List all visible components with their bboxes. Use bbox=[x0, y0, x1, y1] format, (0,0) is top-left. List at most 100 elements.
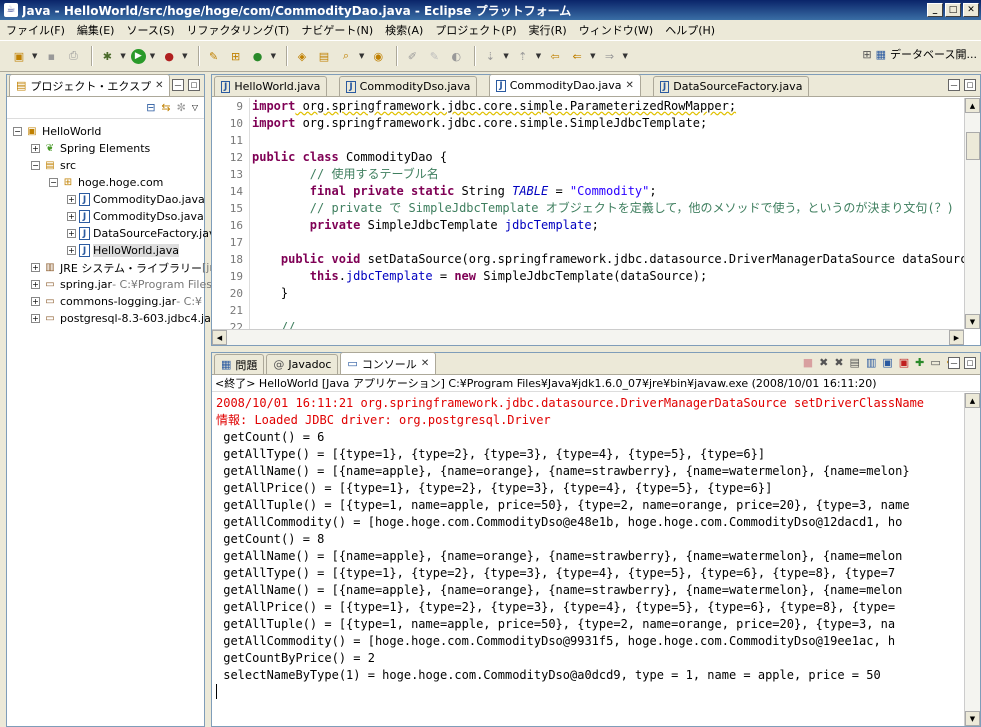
tree-item[interactable]: + ▭ postgresql-8.3-603.jdbc4.jar bbox=[13, 310, 215, 327]
open-folder-icon[interactable]: ▤ bbox=[315, 47, 333, 65]
database-perspective-button[interactable]: データベース開... bbox=[890, 46, 977, 62]
menu-source[interactable]: ソース(S) bbox=[126, 22, 174, 38]
editor-tab[interactable]: J CommodityDso.java bbox=[339, 76, 478, 96]
scroll-up-icon[interactable]: ▲ bbox=[965, 393, 980, 408]
console-tab[interactable]: ▭ コンソール ✕ bbox=[340, 352, 437, 374]
maximize-view-button[interactable]: □ bbox=[188, 79, 200, 91]
debug-dropdown-icon[interactable]: ▼ bbox=[120, 52, 125, 60]
debug-icon[interactable]: ✱ bbox=[98, 47, 116, 65]
toggle-mark-icon[interactable]: ✐ bbox=[403, 47, 421, 65]
expand-icon[interactable]: + bbox=[31, 280, 40, 289]
close-button[interactable]: ✕ bbox=[963, 3, 979, 17]
tree-item[interactable]: − ▣ HelloWorld bbox=[13, 123, 204, 140]
tree-item[interactable]: + J HelloWorld.java bbox=[13, 242, 204, 259]
menu-run[interactable]: 実行(R) bbox=[529, 22, 567, 38]
tree-item[interactable]: +▥JRE システム・ライブラリー[jre1.6.0_07] bbox=[13, 259, 272, 276]
print-icon[interactable]: ⎙ bbox=[64, 47, 82, 65]
scroll-left-icon[interactable]: ◀ bbox=[212, 330, 227, 345]
clear-console-icon[interactable]: ▤ bbox=[850, 356, 860, 369]
tree-item[interactable]: − ▤ src bbox=[13, 157, 204, 174]
forward-icon[interactable]: ⇒ bbox=[601, 47, 619, 65]
new-dropdown-icon[interactable]: ▼ bbox=[32, 52, 37, 60]
close-icon[interactable]: ✕ bbox=[155, 80, 163, 91]
prev-annotation-icon[interactable]: ⇡ bbox=[514, 47, 532, 65]
search-icon[interactable]: ⌕ bbox=[337, 47, 355, 65]
pin-console-icon[interactable]: ✚ bbox=[915, 356, 924, 369]
tree-item[interactable]: − ⊞ hoge.hoge.com bbox=[13, 174, 204, 191]
maximize-editor-button[interactable]: □ bbox=[964, 79, 976, 91]
console-tab[interactable]: @ Javadoc bbox=[266, 354, 339, 374]
close-icon[interactable]: ✕ bbox=[421, 358, 429, 369]
open-type-icon[interactable]: ◈ bbox=[293, 47, 311, 65]
code-editor[interactable]: 9 10 11 12 13 14 15 16 17 18 19 20 21 22 import org.s… bbox=[212, 98, 964, 329]
maximize-button[interactable]: □ bbox=[945, 3, 961, 17]
scroll-up-icon[interactable]: ▲ bbox=[965, 98, 980, 113]
minimize-console-button[interactable]: — bbox=[948, 357, 960, 369]
new-java-project-icon[interactable]: ✎ bbox=[205, 47, 223, 65]
show-whitespace-icon[interactable]: ◐ bbox=[447, 47, 465, 65]
expand-icon[interactable]: + bbox=[31, 297, 40, 306]
new-class-icon[interactable]: ● bbox=[249, 47, 267, 65]
collapse-icon[interactable]: − bbox=[13, 127, 22, 136]
editor-tab[interactable]: J DataSourceFactory.java bbox=[652, 76, 810, 96]
tree-item[interactable]: + ▭ commons-logging.jar - C:¥ bbox=[13, 293, 204, 310]
tab-project-explorer[interactable]: ▤ プロジェクト・エクスプ ✕ bbox=[9, 74, 171, 96]
console-vertical-scrollbar[interactable]: ▲ ▼ bbox=[964, 393, 980, 726]
scroll-lock-icon[interactable]: ▥ bbox=[866, 356, 876, 369]
show-on-error-icon[interactable]: ▣ bbox=[899, 356, 909, 369]
menu-refactor[interactable]: リファクタリング(T) bbox=[186, 22, 289, 38]
editor-tab[interactable]: J HelloWorld.java bbox=[214, 76, 328, 96]
collapse-all-icon[interactable]: ⊟ bbox=[146, 101, 155, 114]
menu-file[interactable]: ファイル(F) bbox=[6, 22, 65, 38]
terminate-icon[interactable]: ■ bbox=[803, 356, 813, 369]
run-icon[interactable]: ▶ bbox=[130, 48, 146, 64]
expand-icon[interactable]: + bbox=[31, 144, 40, 153]
show-on-output-icon[interactable]: ▣ bbox=[882, 356, 892, 369]
maximize-console-button[interactable]: □ bbox=[964, 357, 976, 369]
external-tools-icon[interactable]: ● bbox=[160, 47, 178, 65]
console-output[interactable]: 2008/10/01 16:11:21 org.springframework.… bbox=[212, 393, 964, 726]
editor-horizontal-scrollbar[interactable]: ◀ ▶ bbox=[212, 329, 964, 345]
minimize-view-button[interactable]: — bbox=[172, 79, 184, 91]
last-edit-icon[interactable]: ⇦ bbox=[546, 47, 564, 65]
editor-tab[interactable]: J CommodityDao.java ✕ bbox=[489, 74, 641, 96]
expand-icon[interactable]: + bbox=[31, 314, 40, 323]
remove-all-icon[interactable]: ✖ bbox=[834, 356, 843, 369]
toggle-breadcrumb-icon[interactable]: ✎ bbox=[425, 47, 443, 65]
run-dropdown-icon[interactable]: ▼ bbox=[150, 52, 155, 60]
console-tab[interactable]: ▦ 問題 bbox=[214, 354, 265, 374]
expand-icon[interactable]: + bbox=[67, 212, 76, 221]
remove-launch-icon[interactable]: ✖ bbox=[819, 356, 828, 369]
tree-item[interactable]: + J DataSourceFactory.java bbox=[13, 225, 222, 242]
view-menu-icon[interactable]: ▽ bbox=[192, 103, 198, 112]
external-tools-dropdown-icon[interactable]: ▼ bbox=[182, 52, 187, 60]
filter-icon[interactable]: ✼ bbox=[177, 101, 186, 114]
code-text[interactable]: import org.springframework.jdbc.core.sim… bbox=[252, 98, 964, 329]
scroll-thumb[interactable] bbox=[966, 132, 980, 160]
save-icon[interactable]: ▪ bbox=[42, 47, 60, 65]
back-dropdown-icon[interactable]: ▼ bbox=[590, 52, 595, 60]
menu-project[interactable]: プロジェクト(P) bbox=[435, 22, 516, 38]
tree-item[interactable]: + ❦ Spring Elements bbox=[13, 140, 204, 157]
back-icon[interactable]: ⇐ bbox=[568, 47, 586, 65]
link-with-editor-icon[interactable]: ⇆ bbox=[161, 101, 170, 114]
prev-annotation-dropdown-icon[interactable]: ▼ bbox=[536, 52, 541, 60]
forward-dropdown-icon[interactable]: ▼ bbox=[623, 52, 628, 60]
menu-search[interactable]: 検索(A) bbox=[385, 22, 423, 38]
expand-icon[interactable]: + bbox=[67, 246, 76, 255]
collapse-icon[interactable]: − bbox=[49, 178, 58, 187]
editor-vertical-scrollbar[interactable]: ▲ ▼ bbox=[964, 98, 980, 329]
new-package-icon[interactable]: ⊞ bbox=[227, 47, 245, 65]
display-console-icon[interactable]: ▭ bbox=[930, 356, 940, 369]
next-annotation-icon[interactable]: ⇣ bbox=[481, 47, 499, 65]
expand-icon[interactable]: + bbox=[67, 229, 76, 238]
collapse-icon[interactable]: − bbox=[31, 161, 40, 170]
scroll-down-icon[interactable]: ▼ bbox=[965, 711, 980, 726]
search-dropdown-icon[interactable]: ▼ bbox=[359, 52, 364, 60]
tree-item[interactable]: + J CommodityDao.java bbox=[13, 191, 205, 208]
new-class-dropdown-icon[interactable]: ▼ bbox=[271, 52, 276, 60]
expand-icon[interactable]: + bbox=[67, 195, 76, 204]
scroll-down-icon[interactable]: ▼ bbox=[965, 314, 980, 329]
new-icon[interactable]: ▣ bbox=[10, 47, 28, 65]
menu-window[interactable]: ウィンドウ(W) bbox=[579, 22, 653, 38]
